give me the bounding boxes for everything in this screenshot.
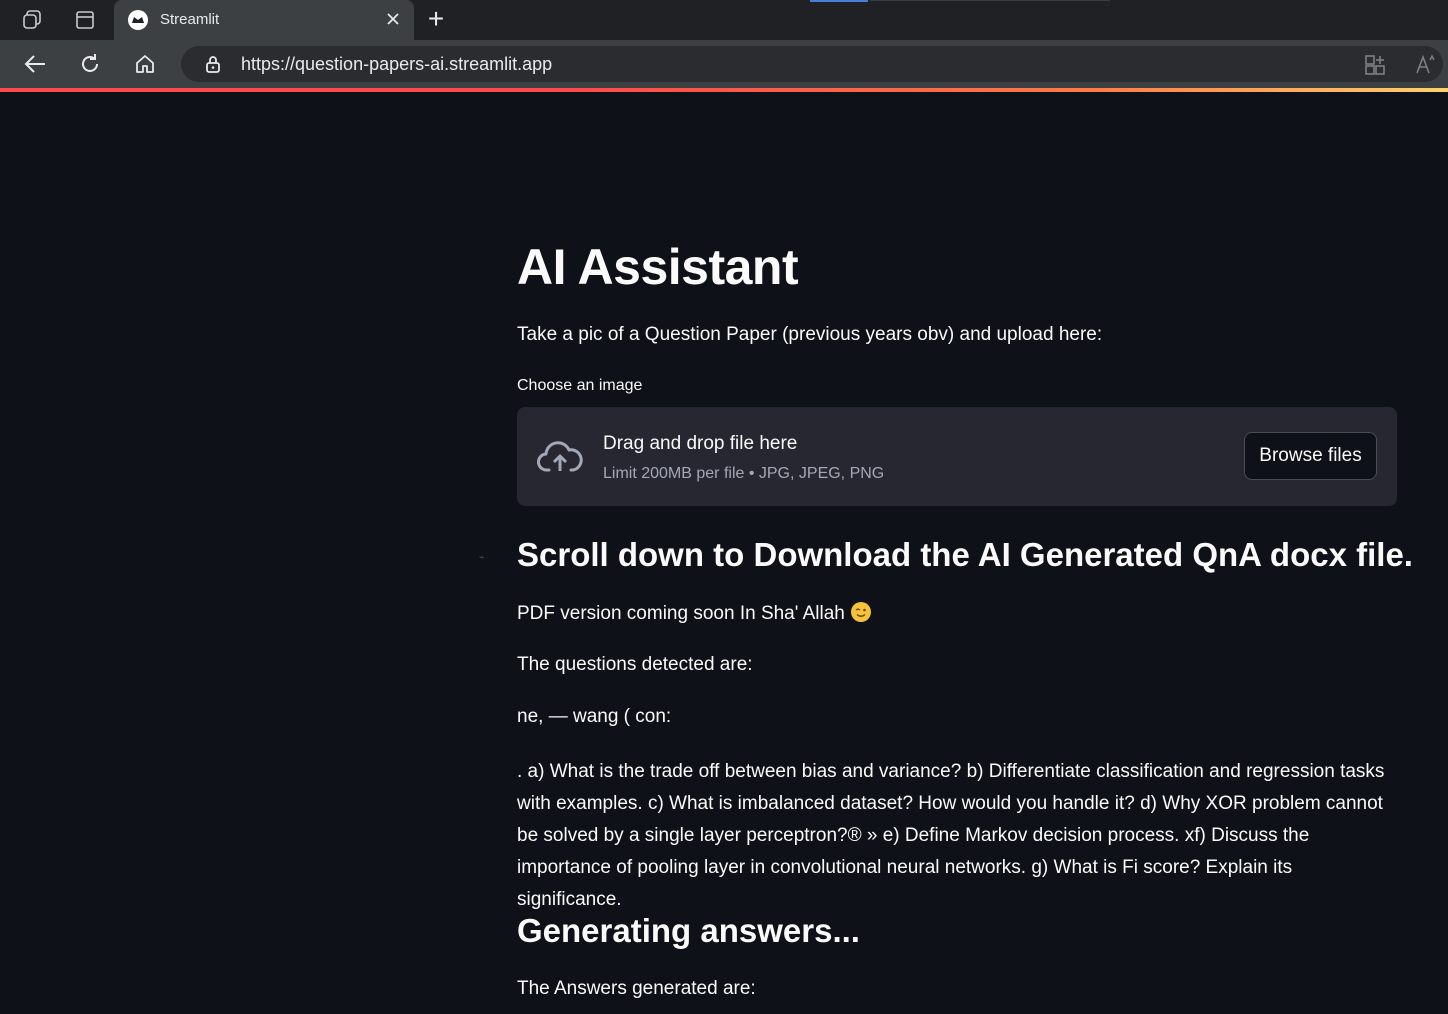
questions-label: The questions detected are:	[517, 654, 753, 675]
link-anchor-icon[interactable]: ⌁	[479, 552, 487, 562]
download-heading: Scroll down to Download the AI Generated…	[517, 536, 1413, 573]
url-text[interactable]: https://question-papers-ai.streamlit.app	[241, 54, 552, 75]
tab-title: Streamlit	[160, 11, 220, 28]
tab-strip-indicator	[810, 0, 868, 2]
intro-text: Take a pic of a Question Paper (previous…	[517, 324, 1103, 345]
page-title: AI Assistant	[517, 239, 799, 295]
tab-strip-divider	[870, 0, 1110, 1]
dropzone-title: Drag and drop file here	[603, 433, 798, 454]
cloud-upload-icon	[537, 440, 583, 474]
lock-icon[interactable]	[203, 54, 223, 74]
dropzone-limits: Limit 200MB per file • JPG, JPEG, PNG	[603, 465, 885, 482]
pdf-note-text: PDF version coming soon In Sha' Allah	[517, 603, 845, 624]
workspaces-icon[interactable]	[19, 7, 45, 33]
tab-streamlit[interactable]: Streamlit	[114, 0, 414, 40]
refresh-icon[interactable]	[77, 51, 103, 77]
tab-actions-icon[interactable]	[72, 7, 98, 33]
questions-text: . a) What is the trade off between bias …	[517, 761, 1385, 910]
streamlit-app: ⌁ AI Assistant Take a pic of a Question …	[0, 92, 1448, 1014]
read-aloud-icon[interactable]	[1414, 54, 1436, 76]
tab-close-icon[interactable]	[382, 8, 404, 30]
home-icon[interactable]	[132, 51, 158, 77]
streamlit-favicon-icon	[128, 10, 148, 30]
browser-tab-strip: Streamlit +	[0, 0, 1448, 40]
ocr-header-text: ne, — wang ( con:	[517, 706, 672, 727]
app-available-icon[interactable]	[1364, 54, 1386, 76]
answers-label: The Answers generated are:	[517, 978, 756, 999]
file-dropzone[interactable]: Drag and drop file here Limit 200MB per …	[517, 407, 1397, 506]
new-tab-icon[interactable]: +	[422, 5, 450, 34]
uploader-label: Choose an image	[517, 377, 643, 394]
browse-files-button[interactable]: Browse files	[1244, 432, 1377, 480]
generating-heading: Generating answers...	[517, 912, 860, 949]
back-arrow-icon[interactable]	[22, 51, 48, 77]
address-bar[interactable]: https://question-papers-ai.streamlit.app	[181, 46, 1443, 82]
wink-emoji-icon	[850, 602, 871, 622]
pdf-note: PDF version coming soon In Sha' Allah	[517, 602, 871, 625]
browser-toolbar: https://question-papers-ai.streamlit.app	[0, 40, 1448, 88]
